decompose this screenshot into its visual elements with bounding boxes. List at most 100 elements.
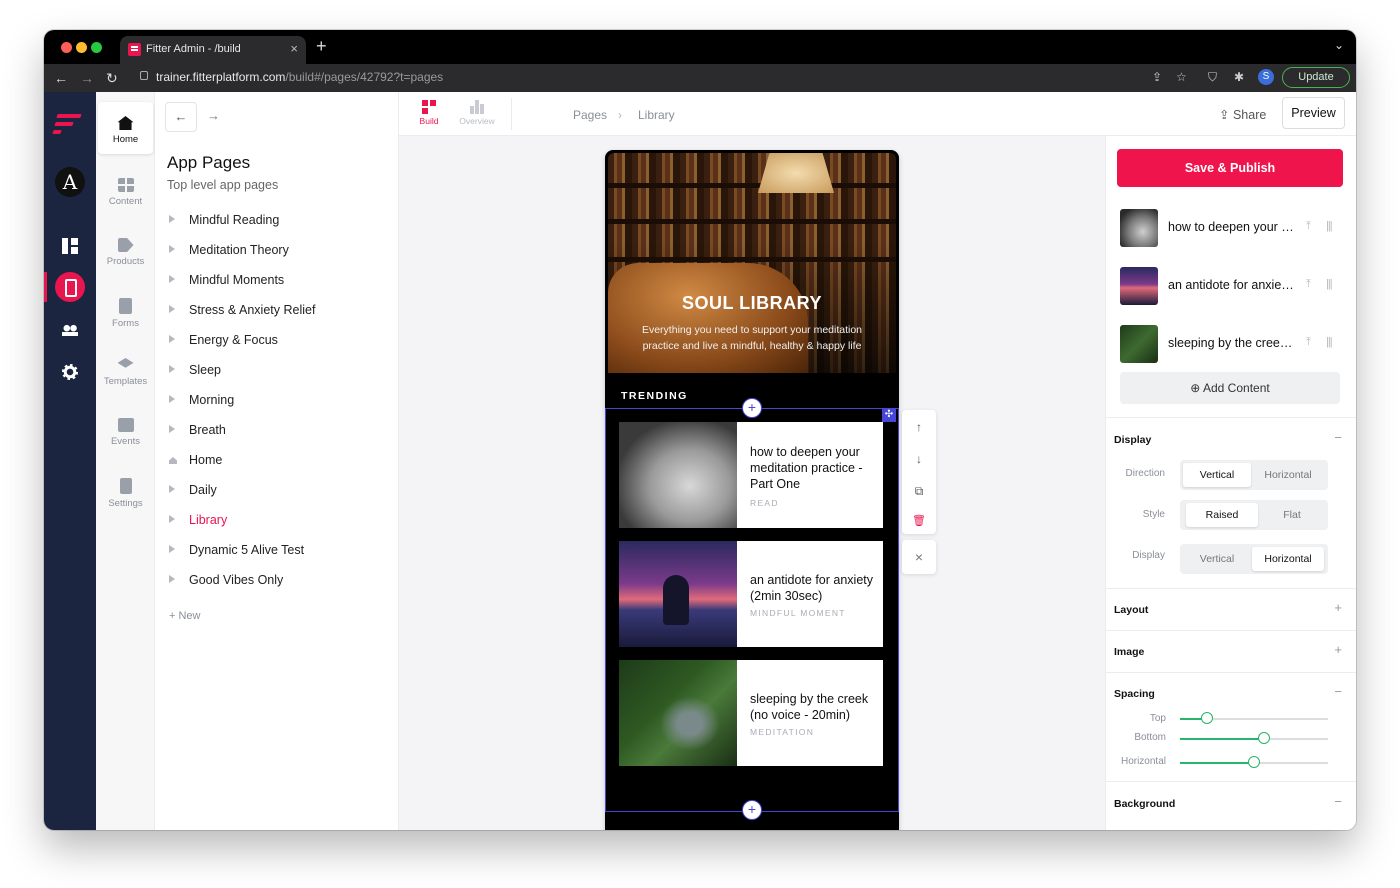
expand-caret-icon[interactable]: [169, 335, 175, 343]
content-list-item[interactable]: an antidote for anxiety (2min 30sec) ⤒ |…: [1120, 266, 1346, 306]
page-item-library[interactable]: Library: [169, 513, 227, 527]
new-tab-button[interactable]: +: [316, 36, 327, 57]
collapse-spacing-icon[interactable]: −: [1334, 684, 1342, 699]
breadcrumb-pages[interactable]: Pages: [573, 108, 607, 122]
move-down-icon[interactable]: ↓: [902, 452, 936, 466]
shield-extension-icon[interactable]: ⛉: [1208, 70, 1217, 85]
drag-handle-icon[interactable]: |||: [1326, 336, 1333, 348]
bookmark-star-icon[interactable]: ☆: [1176, 70, 1187, 84]
expand-caret-icon[interactable]: [169, 215, 175, 223]
preview-button[interactable]: Preview: [1282, 97, 1345, 129]
style-flat-option[interactable]: Flat: [1258, 503, 1326, 527]
collapse-display-icon[interactable]: −: [1334, 430, 1342, 445]
subnav-forms[interactable]: Forms: [96, 298, 155, 329]
forward-arrow-icon[interactable]: →: [80, 70, 94, 86]
page-item[interactable]: Mindful Moments: [169, 273, 284, 287]
expand-caret-icon[interactable]: [169, 275, 175, 283]
content-list-item[interactable]: sleeping by the creek (no voice - 20min)…: [1120, 324, 1346, 364]
page-item[interactable]: Good Vibes Only: [169, 573, 283, 587]
share-page-icon[interactable]: ⇪: [1152, 70, 1162, 84]
subnav-templates[interactable]: Templates: [96, 358, 155, 387]
page-item[interactable]: Daily: [169, 483, 217, 497]
expand-caret-icon[interactable]: [169, 365, 175, 373]
content-card[interactable]: how to deepen your meditation practice -…: [619, 422, 883, 528]
expand-caret-icon[interactable]: [169, 545, 175, 553]
url-field[interactable]: trainer.fitterplatform.com/build#/pages/…: [156, 70, 443, 84]
expand-layout-icon[interactable]: +: [1334, 600, 1342, 615]
subnav-content[interactable]: Content: [96, 178, 155, 207]
subnav-home[interactable]: Home: [98, 102, 153, 154]
page-item[interactable]: Mindful Reading: [169, 213, 279, 227]
expand-caret-icon[interactable]: [169, 425, 175, 433]
update-button[interactable]: Update: [1282, 67, 1350, 88]
page-item[interactable]: Meditation Theory: [169, 243, 289, 257]
add-content-button[interactable]: ⊕ Add Content: [1120, 372, 1340, 404]
display-horizontal-option[interactable]: Horizontal: [1252, 547, 1324, 571]
close-toolbar-icon[interactable]: ×: [902, 540, 936, 574]
spacing-horizontal-slider[interactable]: [1180, 756, 1328, 768]
drag-handle-icon[interactable]: |||: [1326, 220, 1333, 232]
tab-search-chevron-icon[interactable]: ⌄: [1334, 38, 1344, 52]
pin-icon[interactable]: ⤒: [1306, 336, 1311, 349]
dashboard-icon[interactable]: [62, 238, 78, 254]
duplicate-icon[interactable]: ⧉: [902, 484, 936, 499]
pin-icon[interactable]: ⤒: [1306, 220, 1311, 233]
zoom-window-button[interactable]: [91, 42, 102, 53]
subnav-products[interactable]: Products: [96, 238, 155, 267]
tab-overview[interactable]: Overview: [456, 100, 498, 126]
back-arrow-icon[interactable]: ←: [54, 70, 68, 86]
browser-tab[interactable]: Fitter Admin - /build ×: [120, 36, 306, 64]
share-button[interactable]: ⇪ Share: [1219, 107, 1266, 122]
expand-caret-icon[interactable]: [169, 305, 175, 313]
style-raised-option[interactable]: Raised: [1186, 503, 1258, 527]
close-window-button[interactable]: [61, 42, 72, 53]
app-builder-phone-icon[interactable]: [55, 272, 85, 302]
page-item[interactable]: Stress & Anxiety Relief: [169, 303, 315, 317]
content-list-item[interactable]: how to deepen your meditation practice -…: [1120, 208, 1346, 248]
new-page-button[interactable]: + New: [169, 610, 201, 622]
page-item[interactable]: Morning: [169, 393, 234, 407]
panel-back-button[interactable]: ←: [165, 102, 197, 132]
profile-avatar[interactable]: S: [1258, 69, 1274, 85]
save-publish-button[interactable]: Save & Publish: [1117, 149, 1343, 187]
slider-knob[interactable]: [1248, 756, 1260, 768]
move-handle-icon[interactable]: ✣: [882, 408, 896, 422]
page-item[interactable]: Breath: [169, 423, 226, 437]
expand-caret-icon[interactable]: [169, 485, 175, 493]
spacing-top-slider[interactable]: [1180, 712, 1328, 724]
subnav-settings[interactable]: Settings: [96, 478, 155, 509]
pin-icon[interactable]: ⤒: [1306, 278, 1311, 291]
fitter-logo-icon[interactable]: [52, 114, 83, 138]
collapse-background-icon[interactable]: −: [1334, 794, 1342, 809]
expand-caret-icon[interactable]: [169, 245, 175, 253]
expand-caret-icon[interactable]: [169, 515, 175, 523]
page-item[interactable]: Dynamic 5 Alive Test: [169, 543, 304, 557]
direction-horizontal-option[interactable]: Horizontal: [1252, 463, 1324, 487]
move-up-icon[interactable]: ↑: [902, 420, 936, 434]
tab-close-icon[interactable]: ×: [290, 41, 298, 56]
slider-knob[interactable]: [1258, 732, 1271, 744]
tab-build[interactable]: Build: [417, 100, 441, 126]
expand-image-icon[interactable]: +: [1334, 642, 1342, 657]
expand-caret-icon[interactable]: [169, 575, 175, 583]
account-avatar[interactable]: A: [55, 167, 85, 197]
panel-forward-button[interactable]: →: [207, 108, 220, 123]
expand-caret-icon[interactable]: [169, 395, 175, 403]
reload-icon[interactable]: ↻: [106, 70, 118, 87]
hero-banner[interactable]: SOUL LIBRARY Everything you need to supp…: [608, 153, 896, 373]
page-item-home[interactable]: Home: [169, 453, 222, 467]
subnav-events[interactable]: Events: [96, 418, 155, 447]
content-card[interactable]: an antidote for anxiety (2min 30sec) MIN…: [619, 541, 883, 647]
add-block-above-button[interactable]: +: [742, 398, 762, 418]
add-block-below-button[interactable]: +: [742, 800, 762, 820]
users-icon[interactable]: [62, 324, 78, 336]
minimize-window-button[interactable]: [76, 42, 87, 53]
gear-icon[interactable]: [62, 364, 78, 380]
delete-trash-icon[interactable]: 🗑: [902, 514, 936, 527]
page-item[interactable]: Energy & Focus: [169, 333, 278, 347]
slider-knob[interactable]: [1200, 712, 1213, 724]
spacing-bottom-slider[interactable]: [1180, 732, 1328, 744]
drag-handle-icon[interactable]: |||: [1326, 278, 1333, 290]
display-vertical-option[interactable]: Vertical: [1183, 547, 1251, 571]
content-card[interactable]: sleeping by the creek (no voice - 20min)…: [619, 660, 883, 766]
